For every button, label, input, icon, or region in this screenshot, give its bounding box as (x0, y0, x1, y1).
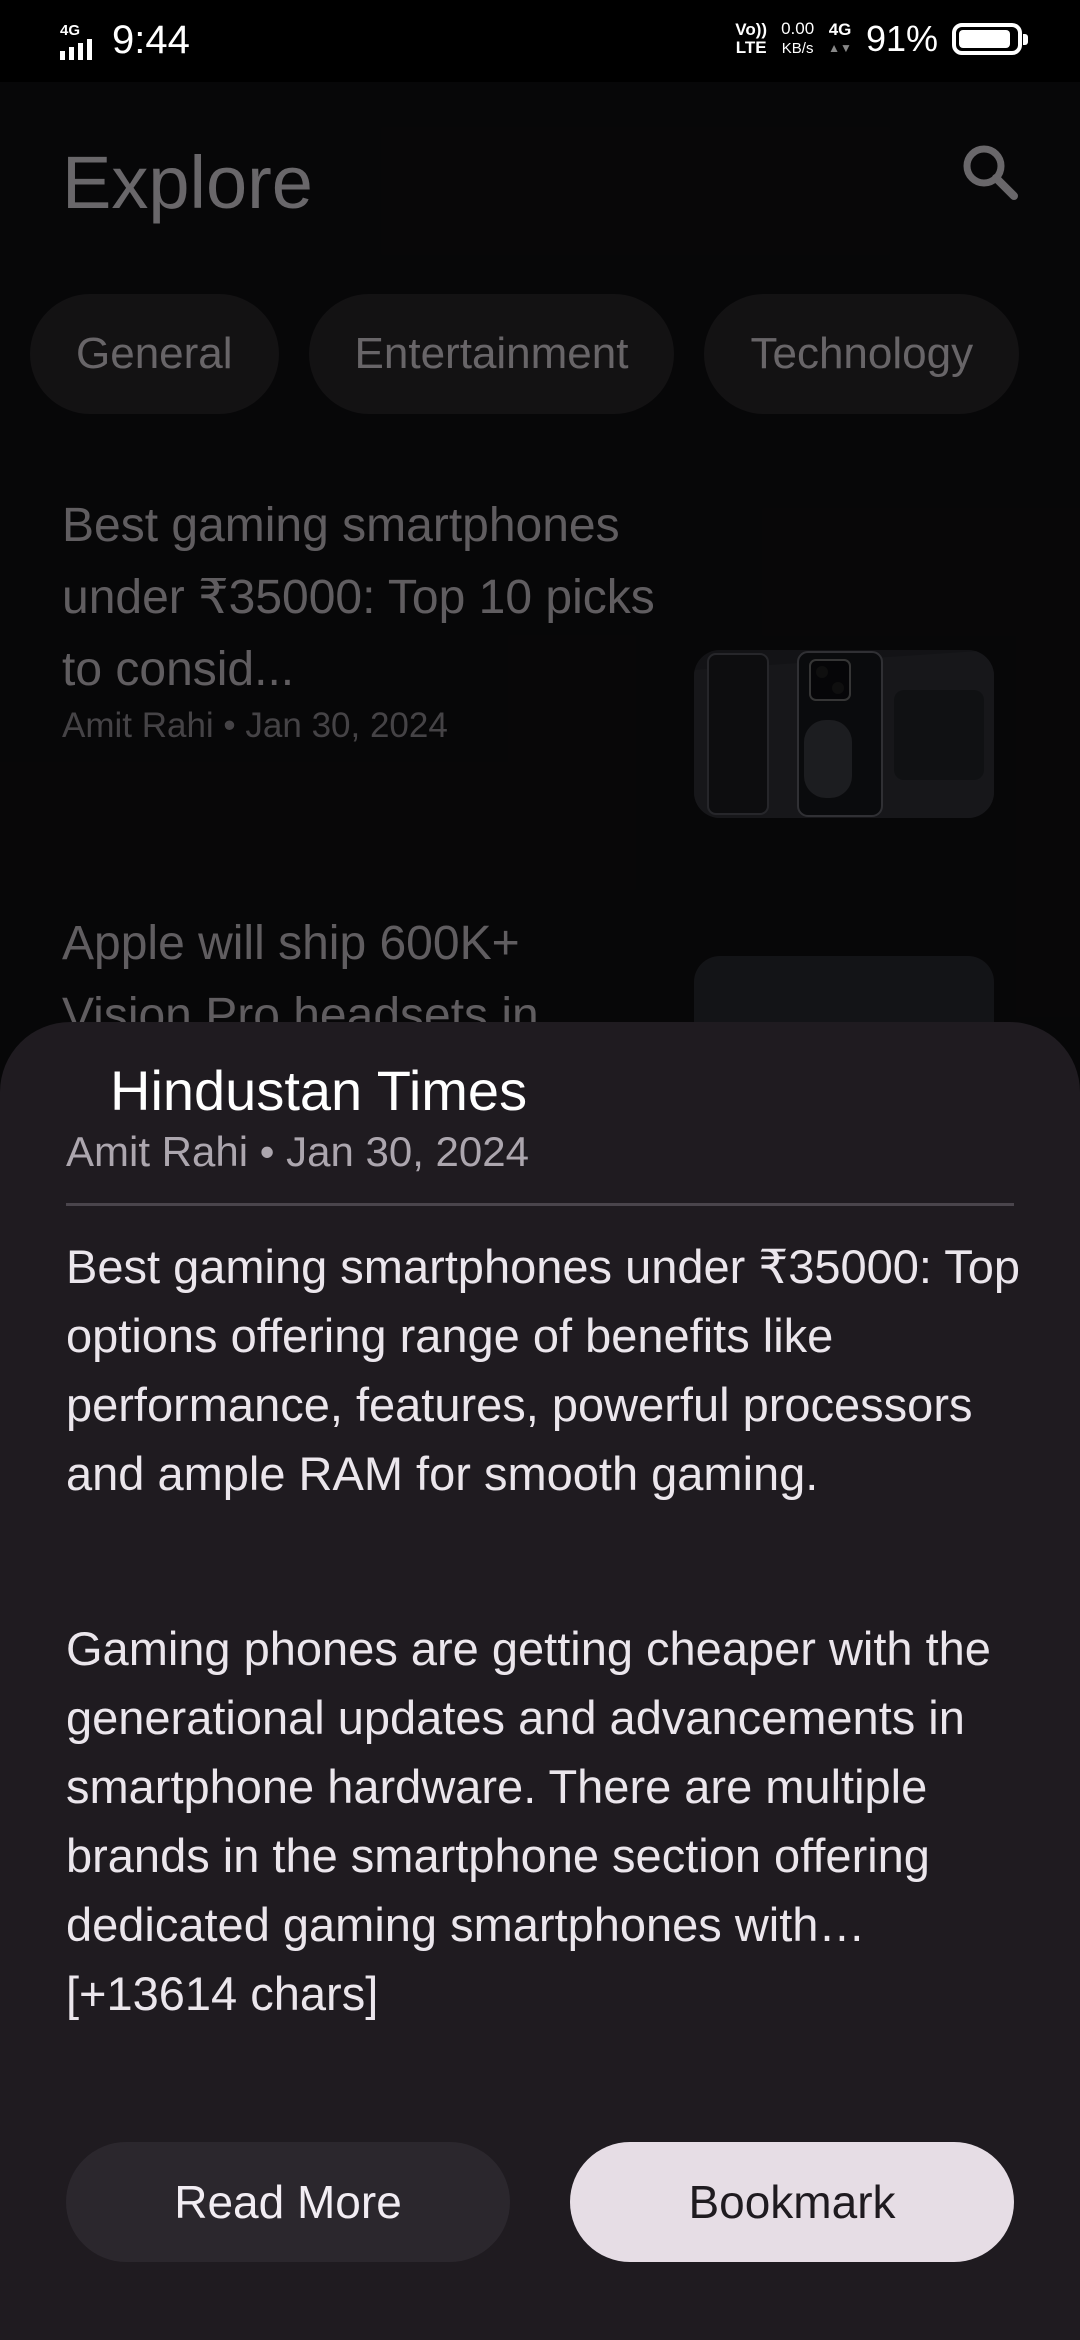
article-headline: Best gaming smartphones under ₹35000: To… (62, 499, 655, 696)
sheet-summary: Best gaming smartphones under ₹35000: To… (66, 1240, 1020, 1500)
sheet-body: Gaming phones are getting cheaper with t… (66, 1622, 991, 2020)
chip-technology[interactable]: Technology (704, 294, 1020, 414)
clock: 9:44 (112, 18, 190, 62)
volte-top: Vo)) (735, 20, 768, 39)
sheet-meta: Amit Rahi • Jan 30, 2024 (66, 1128, 529, 1175)
status-bar: 4G 9:44 Vo)) LTE 0.00 KB/s 4G ▲▼ 91% (0, 0, 1080, 82)
network-type: 4G (828, 20, 852, 39)
read-more-button[interactable]: Read More (66, 2142, 510, 2262)
data-arrows-icon: ▲▼ (828, 41, 852, 55)
page-title: Explore (62, 141, 313, 224)
volte-bottom: LTE (735, 38, 767, 57)
phone-image (694, 650, 994, 818)
data-indicator: 4G ▲▼ (828, 21, 852, 57)
battery-icon (952, 23, 1028, 55)
battery-percent: 91% (865, 18, 938, 59)
speed-unit: KB/s (781, 40, 814, 57)
cell-signal-icon: 4G (60, 22, 104, 62)
volte-indicator: Vo)) LTE (735, 21, 767, 57)
sheet-source: Hindustan Times (110, 1059, 528, 1122)
chip-general[interactable]: General (30, 294, 279, 414)
bookmark-button[interactable]: Bookmark (570, 2142, 1014, 2262)
speed-value: 0.00 (781, 19, 815, 38)
chip-entertainment[interactable]: Entertainment (308, 294, 675, 414)
divider (66, 1203, 1014, 1206)
search-icon (963, 145, 1018, 200)
status-right: Vo)) LTE 0.00 KB/s 4G ▲▼ 91% (735, 18, 1028, 60)
network-speed: 0.00 KB/s (781, 19, 814, 59)
network-tag: 4G (60, 22, 81, 39)
article-thumbnail (694, 650, 994, 818)
status-left: 4G 9:44 (60, 18, 190, 62)
article-card[interactable]: Best gaming smartphones under ₹35000: To… (62, 490, 1022, 818)
article-bottom-sheet: Hindustan Times Amit Rahi • Jan 30, 2024… (0, 1022, 1080, 2340)
search-button[interactable] (958, 140, 1024, 206)
category-chips: General Entertainment Technology (30, 294, 1020, 414)
